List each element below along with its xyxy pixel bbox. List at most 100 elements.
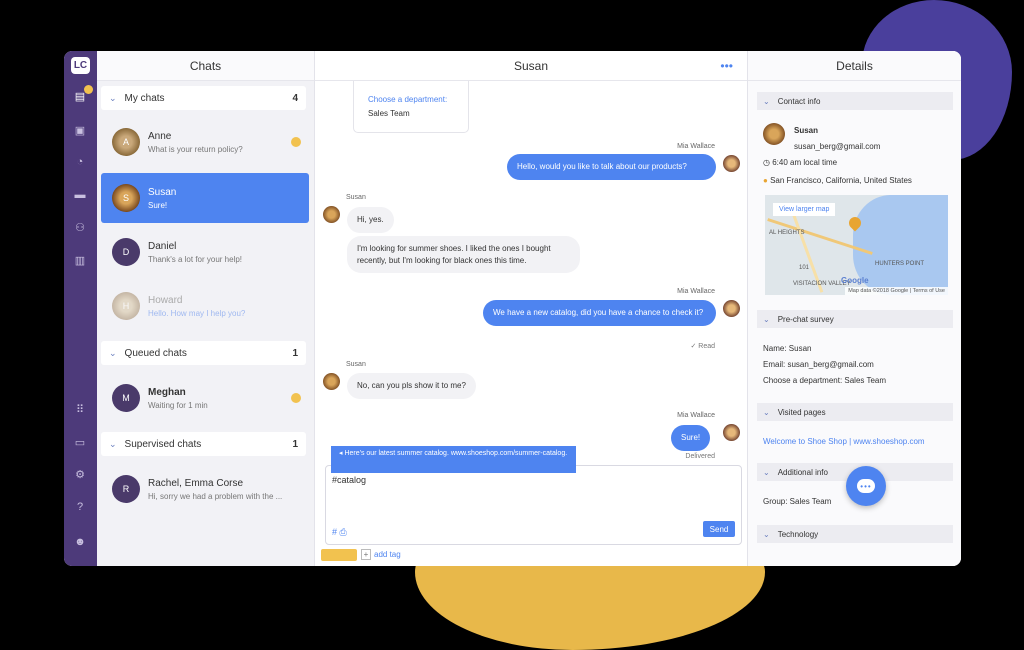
chat-item-susan[interactable]: S Susan Sure! xyxy=(101,173,309,223)
message-bubble-out: We have a new catalog, did you have a ch… xyxy=(483,300,716,326)
chevron-down-icon: ⌄ xyxy=(763,529,770,539)
reports-icon[interactable]: ▥ xyxy=(73,254,87,267)
queued-chats-group[interactable]: ⌄ Queued chats 1 xyxy=(101,341,306,365)
map-label: HUNTERS POINT xyxy=(875,261,925,267)
read-status: ✓ Read xyxy=(690,343,715,350)
composer-tools[interactable]: # ⎙ xyxy=(332,527,347,538)
chat-preview: What is your return policy? xyxy=(148,144,243,154)
section-label: Pre-chat survey xyxy=(777,314,834,324)
chat-name: Daniel xyxy=(148,240,177,252)
message-composer[interactable]: #catalog # ⎙ Send xyxy=(325,465,742,545)
map-label: 101 xyxy=(799,265,810,271)
chat-bubble-icon: ••• xyxy=(857,479,875,493)
avatar: S xyxy=(112,184,140,212)
chevron-down-icon: ⌄ xyxy=(763,314,770,324)
location-map[interactable]: AL HEIGHTS HUNTERS POINT VISITACION VALL… xyxy=(765,195,948,295)
chat-name: Howard xyxy=(148,294,183,306)
chat-name: Rachel, Emma Corse xyxy=(148,477,244,489)
group-count: 1 xyxy=(292,347,298,359)
technology-section[interactable]: ⌄ Technology xyxy=(757,525,953,543)
chat-item-rachel[interactable]: R Rachel, Emma Corse Hi, sorry we had a p… xyxy=(101,464,309,514)
composer-input[interactable]: #catalog xyxy=(332,475,366,485)
chat-preview: Hi, sorry we had a problem with the ... xyxy=(148,491,283,501)
chat-item-anne[interactable]: A Anne What is your return policy? xyxy=(101,117,309,167)
chats-icon[interactable]: ▤ xyxy=(73,85,93,103)
map-footer: Map data ©2018 Google | Terms of Use xyxy=(845,287,948,295)
avatar: D xyxy=(112,238,140,266)
view-larger-map-link[interactable]: View larger map xyxy=(773,203,836,216)
message-bubble-in: I'm looking for summer shoes. I liked th… xyxy=(347,236,580,274)
canned-response-suggestion[interactable]: ◂ Here's our latest summer catalog. www.… xyxy=(331,446,576,473)
chat-preview: Thank's a lot for your help! xyxy=(148,254,243,264)
chat-item-meghan[interactable]: M Meghan Waiting for 1 min xyxy=(101,373,309,423)
visited-pages-section[interactable]: ⌄ Visited pages xyxy=(757,403,953,421)
location-text: San Francisco, California, United States xyxy=(770,176,912,185)
chat-preview: Waiting for 1 min xyxy=(148,400,208,410)
add-tag-link[interactable]: add tag xyxy=(374,550,401,559)
pre-chat-survey-section[interactable]: ⌄ Pre-chat survey xyxy=(757,310,953,328)
chevron-down-icon: ⌄ xyxy=(763,467,770,477)
waiting-icon xyxy=(291,137,301,147)
settings-icon[interactable]: ⚙ xyxy=(73,468,87,481)
avatar: R xyxy=(112,475,140,503)
help-icon[interactable]: ? xyxy=(73,501,87,513)
survey-department: Choose a department: Sales Team xyxy=(763,376,887,385)
contact-info-section[interactable]: ⌄ Contact info xyxy=(757,92,953,110)
conversation-title: Susan xyxy=(315,51,747,81)
app-logo[interactable]: LC xyxy=(71,57,90,74)
message-sender: Susan xyxy=(346,194,366,201)
contact-time: ◷ 6:40 am local time xyxy=(763,158,837,167)
details-title: Details xyxy=(748,51,961,81)
chat-widget-button[interactable]: ••• xyxy=(846,466,886,506)
customer-avatar xyxy=(323,373,340,390)
chats-panel: Chats ⌄ My chats 4 A Anne What is your re… xyxy=(97,51,315,566)
chat-item-daniel[interactable]: D Daniel Thank's a lot for your help! xyxy=(101,227,309,277)
chat-name: Susan xyxy=(148,186,177,198)
billing-icon[interactable]: ▭ xyxy=(73,436,87,449)
clock-icon[interactable]: ◔ xyxy=(73,156,87,168)
chevron-down-icon: ⌄ xyxy=(763,96,770,106)
chat-name: Meghan xyxy=(148,386,186,398)
avatar: H xyxy=(112,292,140,320)
section-label: Additional info xyxy=(777,467,828,477)
tag-chip[interactable] xyxy=(321,549,357,561)
profile-icon[interactable]: ☻ xyxy=(73,536,87,548)
more-options-icon[interactable]: ••• xyxy=(720,59,733,73)
contact-name: Susan xyxy=(794,126,819,135)
message-sender: Mia Wallace xyxy=(677,143,715,150)
chat-preview: Hello. How may I help you? xyxy=(148,308,246,318)
notification-dot xyxy=(84,85,93,94)
section-label: Contact info xyxy=(777,96,821,106)
department-card: Choose a department: Sales Team xyxy=(353,81,469,133)
nav-rail: LC ▤ ▣ ◔ ▬ ⚇ ▥ ⠿ ▭ ⚙ ? ☻ xyxy=(64,51,97,566)
contacts-icon[interactable]: ▣ xyxy=(73,124,87,137)
contact-avatar xyxy=(763,123,785,145)
supervised-chats-group[interactable]: ⌄ Supervised chats 1 xyxy=(101,432,306,456)
contact-email: susan_berg@gmail.com xyxy=(794,142,881,151)
message-sender: Mia Wallace xyxy=(677,412,715,419)
add-tag-icon[interactable]: + xyxy=(361,549,371,560)
group-label: My chats xyxy=(124,92,165,104)
waiting-icon xyxy=(291,393,301,403)
my-chats-group[interactable]: ⌄ My chats 4 xyxy=(101,86,306,110)
avatar: A xyxy=(112,128,140,156)
message-bubble-in: Hi, yes. xyxy=(347,207,394,233)
message-sender: Mia Wallace xyxy=(677,288,715,295)
group-count: 1 xyxy=(292,438,298,450)
contact-location: ● San Francisco, California, United Stat… xyxy=(763,176,912,185)
agent-avatar xyxy=(723,300,740,317)
send-button[interactable]: Send xyxy=(703,521,735,537)
visited-page-link[interactable]: Welcome to Shoe Shop | www.shoeshop.com xyxy=(763,437,925,446)
group-label: Supervised chats xyxy=(124,438,202,450)
apps-icon[interactable]: ⠿ xyxy=(73,403,87,416)
chats-title: Chats xyxy=(97,51,314,81)
survey-email: Email: susan_berg@gmail.com xyxy=(763,360,874,369)
chat-item-howard[interactable]: H Howard Hello. How may I help you? xyxy=(101,281,309,331)
customer-avatar xyxy=(323,206,340,223)
team-icon[interactable]: ⚇ xyxy=(73,221,87,234)
chevron-down-icon: ⌄ xyxy=(763,407,770,417)
clock-icon: ◷ xyxy=(763,158,773,167)
message-bubble-in: No, can you pls show it to me? xyxy=(347,373,476,399)
chat-preview: Sure! xyxy=(148,200,168,210)
archive-icon[interactable]: ▬ xyxy=(73,189,87,201)
